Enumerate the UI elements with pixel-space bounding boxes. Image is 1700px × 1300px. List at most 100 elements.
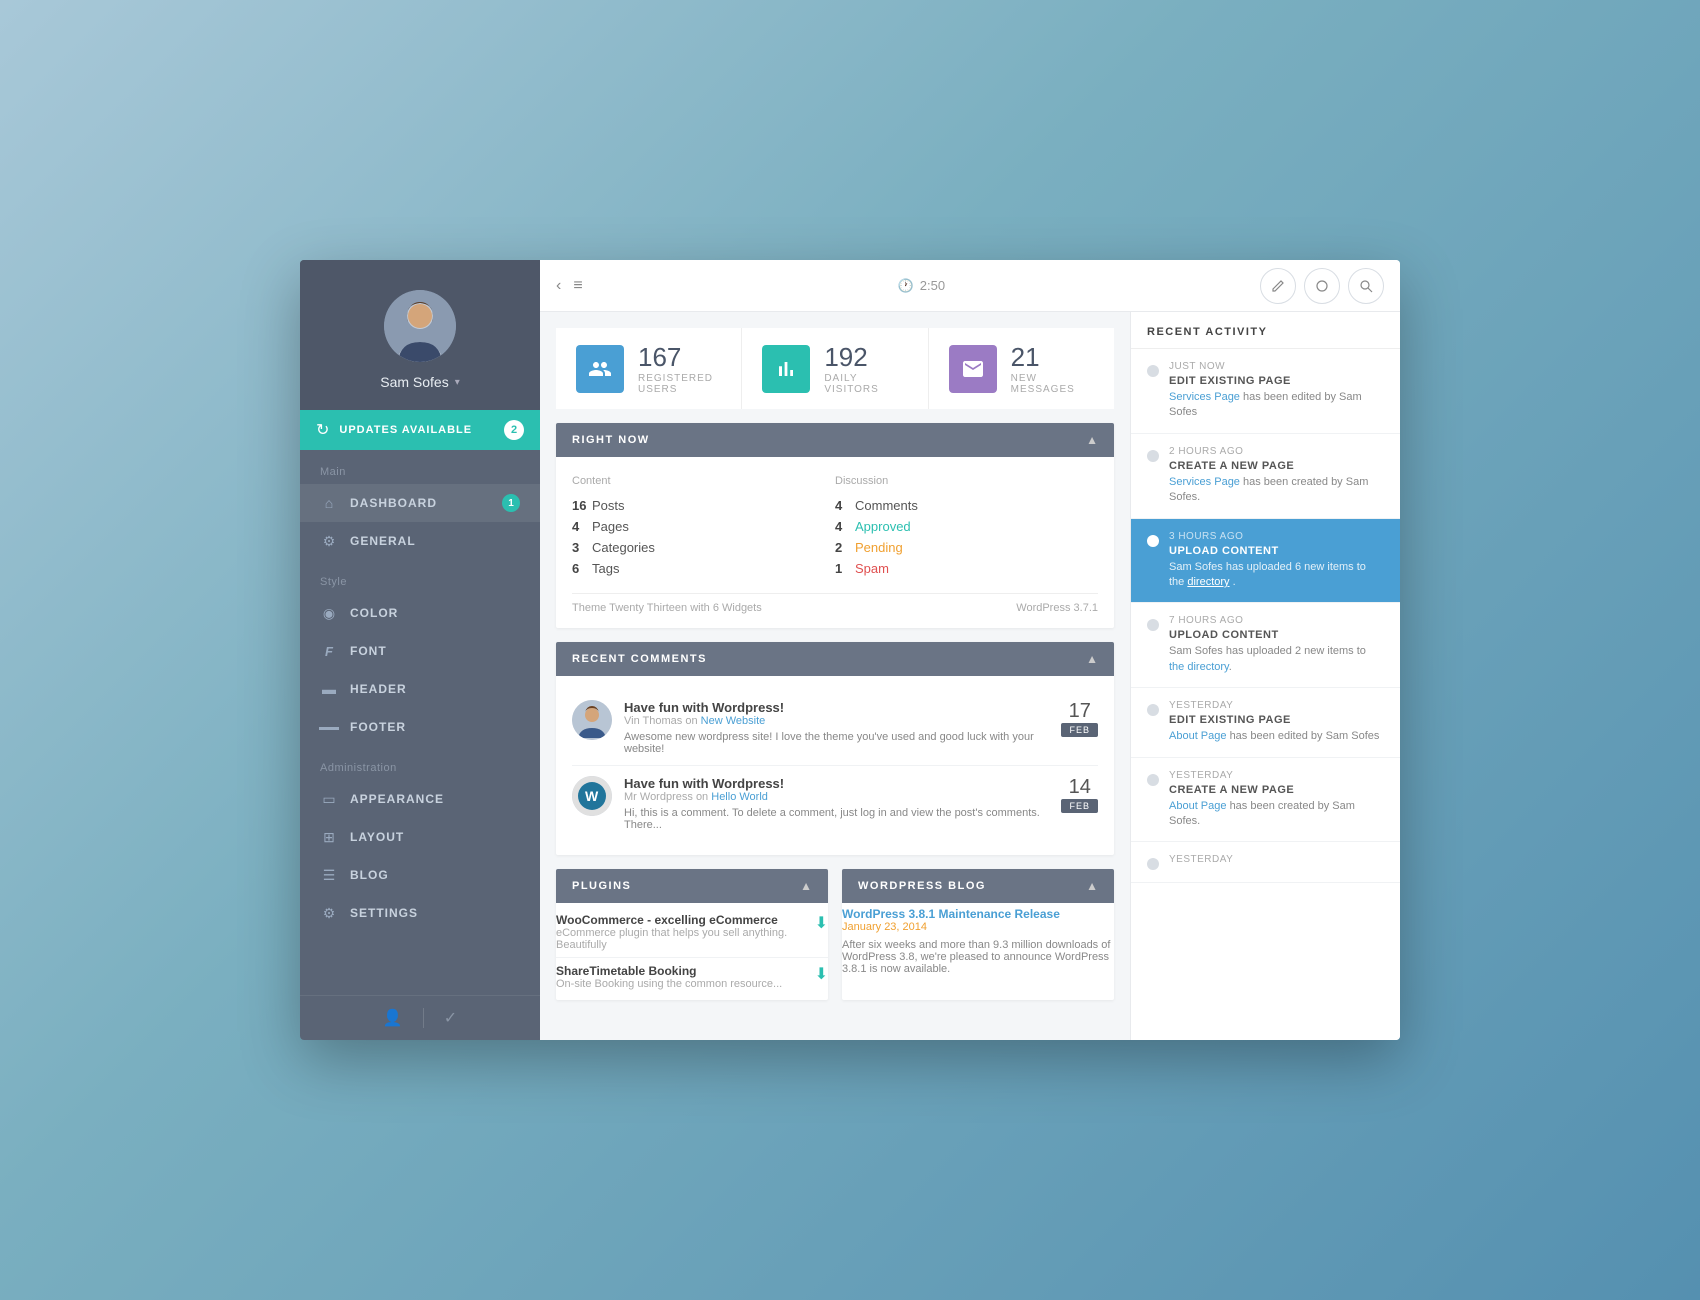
sidebar-item-font[interactable]: F FONT: [300, 632, 540, 670]
stats-row: 167 REGISTERED USERS 192 DAILY VISITO: [556, 328, 1114, 409]
blog-icon: ☰: [320, 866, 338, 884]
rn-discussion-section: Discussion 4 Comments 4 Approved: [835, 471, 1098, 583]
search-button[interactable]: [1348, 268, 1384, 304]
activity-item-0: JUST NOW EDIT EXISTING PAGE Services Pag…: [1131, 349, 1400, 434]
activity-desc-5: About Page has been created by Sam Sofes…: [1169, 799, 1384, 830]
rn-row: 4 Comments: [835, 495, 1098, 516]
activity-desc-1: Services Page has been created by Sam So…: [1169, 475, 1384, 506]
activity-link-3[interactable]: the directory: [1169, 661, 1229, 673]
profile-name[interactable]: Sam Sofes ▾: [380, 374, 460, 390]
plugins-header: PLUGINS ▲: [556, 869, 828, 903]
activity-item-3: 7 HOURS AGO UPLOAD CONTENT Sam Sofes has…: [1131, 603, 1400, 688]
stat-card-visitors: 192 DAILY VISITORS: [742, 328, 928, 409]
activity-link-2[interactable]: directory: [1187, 576, 1229, 588]
activity-item-5: YESTERDAY CREATE A NEW PAGE About Page h…: [1131, 758, 1400, 843]
plugins-body: WooCommerce - excelling eCommerce eComme…: [556, 903, 828, 1000]
recent-activity-title: RECENT ACTIVITY: [1131, 312, 1400, 349]
activity-link-0[interactable]: Services Page: [1169, 391, 1240, 403]
comment-meta-1: Vin Thomas on New Website: [624, 715, 1049, 727]
settings-gear-icon: ⚙: [320, 904, 338, 922]
bottom-row: PLUGINS ▲ WooCommerce - excelling eComme…: [556, 869, 1114, 1000]
messages-stat-icon: [949, 345, 997, 393]
sidebar-item-general[interactable]: ⚙ GENERAL: [300, 522, 540, 560]
sidebar-item-dashboard[interactable]: ⌂ DASHBOARD 1: [300, 484, 540, 522]
sidebar-section-administration: Administration: [300, 746, 540, 780]
menu-icon[interactable]: ≡: [573, 277, 582, 295]
recent-comments-toggle[interactable]: ▲: [1086, 652, 1098, 666]
sidebar-section-main: Main: [300, 450, 540, 484]
sidebar-profile: Sam Sofes ▾: [300, 260, 540, 410]
activity-dot-3: [1147, 619, 1159, 631]
activity-dot-2: [1147, 535, 1159, 547]
sidebar-item-footer[interactable]: ▬▬ FOOTER: [300, 708, 540, 746]
activity-dot-1: [1147, 450, 1159, 462]
user-footer-icon[interactable]: 👤: [383, 1008, 403, 1028]
activity-item-4: YESTERDAY EDIT EXISTING PAGE About Page …: [1131, 688, 1400, 757]
plugins-toggle[interactable]: ▲: [800, 879, 812, 893]
activity-dot-0: [1147, 365, 1159, 377]
activity-body-5: YESTERDAY CREATE A NEW PAGE About Page h…: [1169, 770, 1384, 830]
recent-comments-body: Have fun with Wordpress! Vin Thomas on N…: [556, 676, 1114, 855]
app-container: Sam Sofes ▾ ↻ UPDATES AVAILABLE 2 Main ⌂…: [300, 260, 1400, 1040]
sidebar-item-appearance[interactable]: ▭ APPEARANCE: [300, 780, 540, 818]
activity-link-5[interactable]: About Page: [1169, 800, 1227, 812]
sidebar-item-layout[interactable]: ⊞ LAYOUT: [300, 818, 540, 856]
font-icon: F: [320, 642, 338, 660]
plugin-info-2: ShareTimetable Booking On-site Booking u…: [556, 964, 782, 990]
footer-divider: [423, 1008, 424, 1028]
activity-link-4[interactable]: About Page: [1169, 730, 1227, 742]
plugin-item-2: ShareTimetable Booking On-site Booking u…: [556, 958, 828, 996]
right-now-body: Content 16 Posts 4 Pages: [556, 457, 1114, 628]
sidebar-footer: 👤 ✓: [300, 995, 540, 1040]
activity-desc-0: Services Page has been edited by Sam Sof…: [1169, 390, 1384, 421]
activity-list: JUST NOW EDIT EXISTING PAGE Services Pag…: [1131, 349, 1400, 883]
right-now-grid: Content 16 Posts 4 Pages: [572, 471, 1098, 583]
visitors-stat-icon: [762, 345, 810, 393]
edit-button[interactable]: [1260, 268, 1296, 304]
sidebar-item-blog[interactable]: ☰ BLOG: [300, 856, 540, 894]
activity-item-6: YESTERDAY: [1131, 842, 1400, 883]
recent-comments-header: RECENT COMMENTS ▲: [556, 642, 1114, 676]
activity-desc-4: About Page has been edited by Sam Sofes: [1169, 729, 1384, 744]
right-now-toggle[interactable]: ▲: [1086, 433, 1098, 447]
wordpress-blog-header: WORDPRESS BLOG ▲: [842, 869, 1114, 903]
sidebar-section-style: Style: [300, 560, 540, 594]
main-area: ‹ ≡ 🕐 2:50: [540, 260, 1400, 1040]
plugin-download-icon-1[interactable]: ⬇: [815, 913, 828, 933]
sidebar-item-color[interactable]: ◉ COLOR: [300, 594, 540, 632]
users-stat-icon: [576, 345, 624, 393]
sidebar-item-header[interactable]: ▬ HEADER: [300, 670, 540, 708]
comment-date-1: 17 FEB: [1061, 700, 1098, 755]
topbar-clock: 🕐 2:50: [583, 278, 1260, 294]
activity-desc-2: Sam Sofes has uploaded 6 new items to th…: [1169, 560, 1384, 591]
circle-button[interactable]: [1304, 268, 1340, 304]
sidebar: Sam Sofes ▾ ↻ UPDATES AVAILABLE 2 Main ⌂…: [300, 260, 540, 1040]
sidebar-item-settings[interactable]: ⚙ SETTINGS: [300, 894, 540, 932]
wordpress-blog-body: WordPress 3.8.1 Maintenance Release Janu…: [842, 903, 1114, 979]
right-now-footer: Theme Twenty Thirteen with 6 Widgets Wor…: [572, 593, 1098, 614]
activity-body-0: JUST NOW EDIT EXISTING PAGE Services Pag…: [1169, 361, 1384, 421]
avatar: [384, 290, 456, 362]
activity-body-3: 7 HOURS AGO UPLOAD CONTENT Sam Sofes has…: [1169, 615, 1384, 675]
rn-row: 16 Posts: [572, 495, 835, 516]
left-content: 167 REGISTERED USERS 192 DAILY VISITO: [540, 312, 1130, 1040]
header-icon: ▬: [320, 680, 338, 698]
plugin-download-icon-2[interactable]: ⬇: [815, 964, 828, 984]
clock-icon: 🕐: [898, 278, 914, 294]
collapse-button[interactable]: ‹: [556, 277, 561, 295]
right-now-header: RIGHT NOW ▲: [556, 423, 1114, 457]
activity-dot-4: [1147, 704, 1159, 716]
activity-link-1[interactable]: Services Page: [1169, 476, 1240, 488]
comment-avatar-1: [572, 700, 612, 740]
activity-desc-3: Sam Sofes has uploaded 2 new items to th…: [1169, 644, 1384, 675]
rn-row: 6 Tags: [572, 558, 835, 579]
stat-card-messages: 21 NEW MESSAGES: [929, 328, 1114, 409]
wordpress-blog-toggle[interactable]: ▲: [1086, 879, 1098, 893]
updates-bar[interactable]: ↻ UPDATES AVAILABLE 2: [300, 410, 540, 450]
stat-info-users: 167 REGISTERED USERS: [638, 342, 721, 395]
refresh-icon: ↻: [316, 420, 329, 440]
layout-icon: ⊞: [320, 828, 338, 846]
stat-card-users: 167 REGISTERED USERS: [556, 328, 742, 409]
checkmark-footer-icon[interactable]: ✓: [444, 1008, 457, 1028]
rn-row: 1 Spam: [835, 558, 1098, 579]
